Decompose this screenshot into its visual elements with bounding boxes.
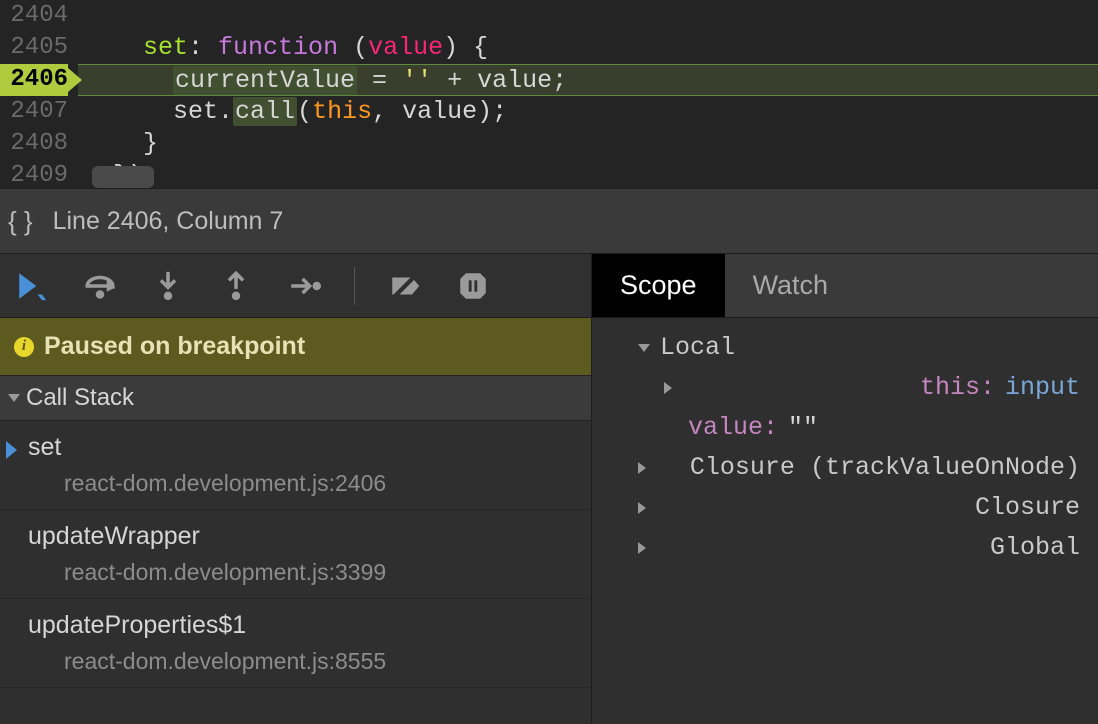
- line-number-gutter[interactable]: 2404240524062407240824092410: [0, 0, 78, 188]
- call-stack-frame[interactable]: updateProperties$1 react-dom.development.…: [0, 599, 591, 688]
- scope-group-name: Closure: [975, 488, 1080, 528]
- scope-panel: Localthis: inputvalue: ""Closure (trackV…: [592, 318, 1098, 578]
- debugger-pane: i Paused on breakpoint Call Stack set rea…: [0, 254, 1098, 724]
- step-button[interactable]: [286, 268, 322, 304]
- code-line[interactable]: }: [78, 128, 1098, 160]
- code-line[interactable]: currentValue = '' + value;: [78, 64, 1098, 96]
- scope-variable[interactable]: this: input: [610, 368, 1080, 408]
- frame-source-location: react-dom.development.js:2406: [28, 470, 571, 497]
- pretty-print-icon[interactable]: { }: [8, 206, 33, 237]
- line-number[interactable]: 2408: [0, 128, 68, 160]
- frame-source-location: react-dom.development.js:3399: [28, 559, 571, 586]
- step-out-button[interactable]: [218, 268, 254, 304]
- step-out-icon: [219, 269, 253, 303]
- code-line[interactable]: set.call(this, value);: [78, 96, 1098, 128]
- variable-name: this:: [920, 368, 995, 408]
- step-into-button[interactable]: [150, 268, 186, 304]
- step-into-icon: [151, 269, 185, 303]
- variable-value: input: [1005, 368, 1080, 408]
- frame-function-name: set: [28, 433, 571, 462]
- pause-icon: [456, 269, 490, 303]
- scope-group-name: Closure (trackValueOnNode): [690, 448, 1080, 488]
- deactivate-breakpoints-button[interactable]: [387, 268, 423, 304]
- call-stack-header[interactable]: Call Stack: [0, 375, 591, 421]
- toolbar-separator: [354, 267, 355, 305]
- line-number[interactable]: 2405: [0, 32, 68, 64]
- call-stack-frame[interactable]: set react-dom.development.js:2406: [0, 421, 591, 510]
- deactivate-breakpoints-icon: [388, 269, 422, 303]
- line-number[interactable]: 2409: [0, 160, 68, 188]
- call-stack-frames: set react-dom.development.js:2406 updateWr…: [0, 421, 591, 724]
- scope-group-name: Global: [990, 528, 1080, 568]
- debugger-toolbar: [0, 254, 591, 318]
- chevron-down-icon: [8, 394, 20, 402]
- line-number[interactable]: 2406: [0, 64, 68, 96]
- source-editor[interactable]: 2404240524062407240824092410 set: functi…: [0, 0, 1098, 188]
- line-number[interactable]: 2404: [0, 0, 68, 32]
- tab-watch[interactable]: Watch: [725, 254, 857, 317]
- chevron-right-icon: [638, 542, 980, 554]
- pause-banner: i Paused on breakpoint: [0, 318, 591, 375]
- call-stack-title: Call Stack: [26, 384, 134, 412]
- debugger-right-pane: Scope Watch Localthis: inputvalue: ""Clo…: [592, 254, 1098, 724]
- line-number[interactable]: 2407: [0, 96, 68, 128]
- call-stack-frame[interactable]: updateWrapper react-dom.development.js:33…: [0, 510, 591, 599]
- info-icon: i: [14, 337, 34, 357]
- scope-group[interactable]: Local: [610, 328, 1080, 368]
- code-area[interactable]: set: function (value) { currentValue = '…: [78, 0, 1098, 188]
- scope-group-name: Local: [660, 328, 735, 368]
- step-icon: [287, 269, 321, 303]
- pause-on-exceptions-button[interactable]: [455, 268, 491, 304]
- step-over-button[interactable]: [82, 268, 118, 304]
- frame-function-name: updateWrapper: [28, 522, 571, 551]
- scope-group[interactable]: Global: [610, 528, 1080, 568]
- scope-group[interactable]: Closure (trackValueOnNode): [610, 448, 1080, 488]
- tab-scope[interactable]: Scope: [592, 254, 725, 317]
- status-bar: { } Line 2406, Column 7: [0, 188, 1098, 254]
- code-line[interactable]: set: function (value) {: [78, 32, 1098, 64]
- scope-variable[interactable]: value: "": [610, 408, 1080, 448]
- variable-value: "": [788, 408, 818, 448]
- frame-source-location: react-dom.development.js:8555: [28, 648, 571, 675]
- resume-button[interactable]: [14, 268, 50, 304]
- step-over-icon: [83, 269, 117, 303]
- chevron-down-icon: [638, 344, 650, 352]
- pause-reason: Paused on breakpoint: [44, 332, 305, 361]
- resume-icon: [15, 269, 49, 303]
- code-line[interactable]: });: [78, 160, 1098, 188]
- scope-watch-tabbar: Scope Watch: [592, 254, 1098, 318]
- debugger-left-pane: i Paused on breakpoint Call Stack set rea…: [0, 254, 592, 724]
- frame-function-name: updateProperties$1: [28, 611, 571, 640]
- scope-group[interactable]: Closure: [610, 488, 1080, 528]
- chevron-right-icon: [664, 382, 910, 394]
- code-line[interactable]: [78, 0, 1098, 32]
- cursor-position: Line 2406, Column 7: [53, 207, 284, 236]
- variable-name: value:: [688, 408, 778, 448]
- horizontal-scrollbar-thumb[interactable]: [92, 166, 154, 188]
- chevron-right-icon: [638, 462, 680, 474]
- chevron-right-icon: [638, 502, 965, 514]
